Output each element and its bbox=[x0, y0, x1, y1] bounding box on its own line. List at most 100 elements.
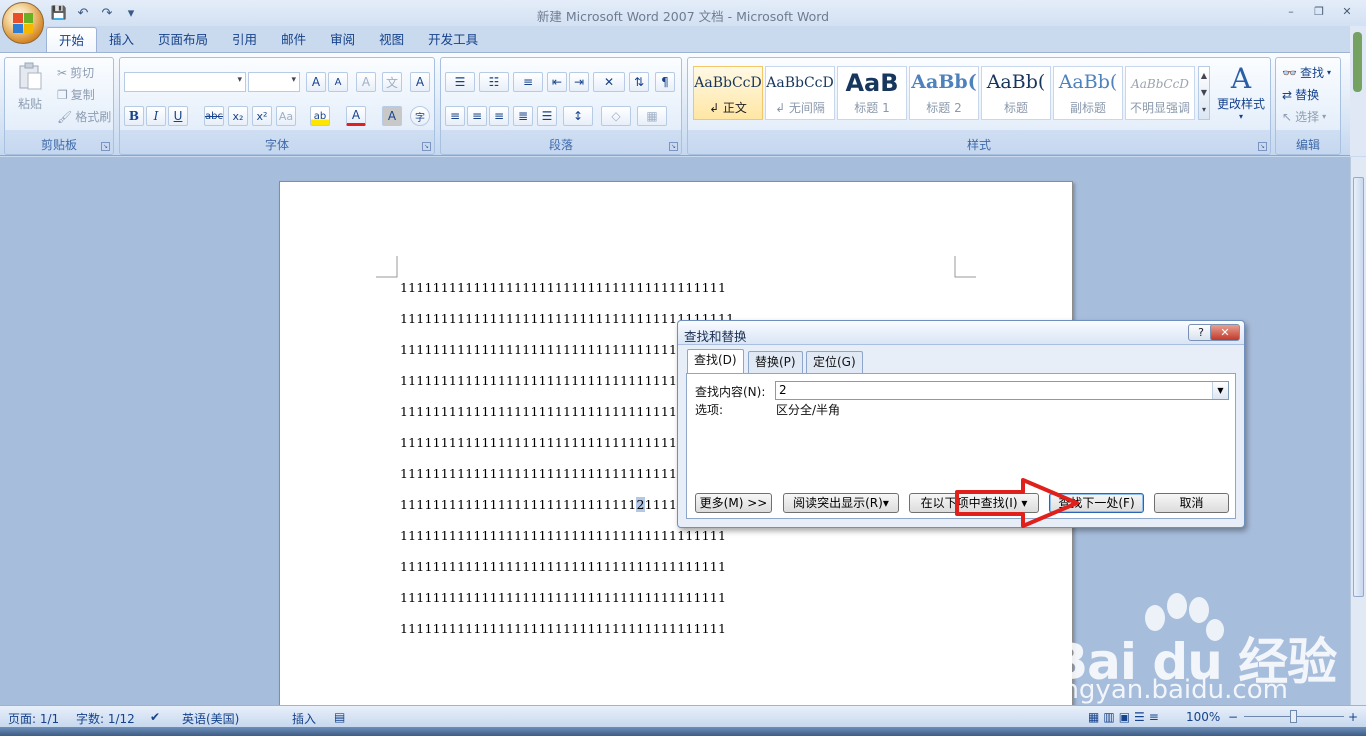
italic-button[interactable]: I bbox=[146, 106, 166, 126]
zoom-level[interactable]: 100% bbox=[1186, 710, 1220, 724]
superscript-button[interactable]: x² bbox=[252, 106, 272, 126]
page-count[interactable]: 页面: 1/1 bbox=[8, 710, 59, 727]
style-title[interactable]: AaBb( 标题 bbox=[981, 66, 1051, 120]
dialog-launcher-icon[interactable]: ↘ bbox=[101, 142, 110, 151]
office-button[interactable] bbox=[2, 2, 44, 44]
web-layout-icon[interactable]: ▣ bbox=[1119, 710, 1130, 724]
doc-line[interactable]: 1111111111111111111111111111111111111111 bbox=[400, 528, 726, 543]
change-styles-button[interactable]: A 更改样式 ▾ bbox=[1214, 62, 1268, 121]
dialog-title-bar[interactable]: 查找和替换 ? ✕ bbox=[678, 321, 1244, 345]
style-subtitle[interactable]: AaBb( 副标题 bbox=[1053, 66, 1123, 120]
align-center-icon[interactable]: ≡ bbox=[467, 106, 487, 126]
tab-mailings[interactable]: 邮件 bbox=[269, 27, 318, 53]
phonetic-guide-button[interactable]: 文 bbox=[382, 72, 402, 92]
align-right-icon[interactable]: ≡ bbox=[489, 106, 509, 126]
style-heading-2[interactable]: AaBb( 标题 2 bbox=[909, 66, 979, 120]
underline-button[interactable]: U bbox=[168, 106, 188, 126]
distributed-icon[interactable]: ☰ bbox=[537, 106, 557, 126]
reading-icon[interactable]: ▥ bbox=[1103, 710, 1114, 724]
more-button[interactable]: 更多(M) >> bbox=[695, 493, 772, 513]
show-marks-icon[interactable]: ¶ bbox=[655, 72, 675, 92]
character-shading-button[interactable]: A bbox=[382, 106, 402, 126]
word-count[interactable]: 字数: 1/12 bbox=[76, 710, 135, 727]
copy-button[interactable]: ❐ 复制 bbox=[57, 86, 95, 103]
select-button[interactable]: ↖ 选择 ▾ bbox=[1282, 108, 1326, 125]
tab-find[interactable]: 查找(D) bbox=[687, 349, 744, 374]
scroll-thumb[interactable] bbox=[1353, 177, 1364, 597]
subscript-button[interactable]: x₂ bbox=[228, 106, 248, 126]
tab-references[interactable]: 引用 bbox=[220, 27, 269, 53]
maximize-button[interactable]: ❐ bbox=[1306, 2, 1332, 20]
tab-home[interactable]: 开始 bbox=[46, 27, 98, 53]
print-layout-icon[interactable]: ▦ bbox=[1088, 710, 1099, 724]
style-heading-1[interactable]: AaB 标题 1 bbox=[837, 66, 907, 120]
strikethrough-button[interactable]: abc bbox=[204, 106, 224, 126]
paste-button[interactable]: 粘贴 bbox=[15, 62, 45, 112]
close-button[interactable]: ✕ bbox=[1334, 2, 1360, 20]
decrease-indent-icon[interactable]: ⇤ bbox=[547, 72, 567, 92]
chevron-down-icon[interactable]: ▼ bbox=[1212, 382, 1228, 399]
enclose-characters-button[interactable]: 字 bbox=[410, 106, 430, 126]
find-what-input[interactable]: 2 bbox=[775, 381, 1229, 400]
dialog-launcher-icon[interactable]: ↘ bbox=[669, 142, 678, 151]
minimize-button[interactable]: – bbox=[1278, 2, 1304, 20]
chinese-layout-icon[interactable]: ✕ bbox=[593, 72, 625, 92]
proofing-icon[interactable]: ✔ bbox=[150, 710, 160, 724]
bold-button[interactable]: B bbox=[124, 106, 144, 126]
tab-replace[interactable]: 替换(P) bbox=[748, 351, 803, 373]
zoom-out-button[interactable]: − bbox=[1228, 710, 1238, 724]
clear-format-button[interactable]: A bbox=[356, 72, 376, 92]
doc-line[interactable]: 1111111111111111111111111111111111111111 bbox=[400, 280, 726, 295]
styles-scroll[interactable]: ▲ ▼ ▾ bbox=[1198, 66, 1210, 120]
draft-icon[interactable]: ≡ bbox=[1149, 710, 1159, 724]
doc-line[interactable]: 1111111111111111111111111111111111111111 bbox=[400, 559, 726, 574]
align-left-icon[interactable]: ≡ bbox=[445, 106, 465, 126]
numbering-icon[interactable]: ☷ bbox=[479, 72, 509, 92]
doc-line[interactable]: 1111111111111111111111111111111111111111 bbox=[400, 590, 726, 605]
language[interactable]: 英语(美国) bbox=[182, 710, 239, 727]
bullets-icon[interactable]: ☰ bbox=[445, 72, 475, 92]
change-case-button[interactable]: Aa bbox=[276, 106, 296, 126]
tab-insert[interactable]: 插入 bbox=[97, 27, 146, 53]
reading-highlight-button[interactable]: 阅读突出显示(R)▾ bbox=[783, 493, 899, 513]
shrink-font-button[interactable]: A bbox=[328, 72, 348, 92]
outline-icon[interactable]: ☰ bbox=[1134, 710, 1145, 724]
scroll-thumb[interactable] bbox=[1353, 32, 1362, 92]
cut-button[interactable]: ✂ 剪切 bbox=[57, 64, 94, 81]
line-spacing-icon[interactable]: ↕ bbox=[563, 106, 593, 126]
font-name-combo[interactable] bbox=[124, 72, 246, 92]
style-normal[interactable]: AaBbCcD ↲ 正文 bbox=[693, 66, 763, 120]
borders-icon[interactable]: ▦ bbox=[637, 106, 667, 126]
insert-mode[interactable]: 插入 bbox=[292, 710, 316, 727]
style-subtle-emphasis[interactable]: AaBbCcD 不明显强调 bbox=[1125, 66, 1195, 120]
character-border-button[interactable]: A bbox=[410, 72, 430, 92]
zoom-slider-thumb[interactable] bbox=[1290, 710, 1297, 723]
tab-view[interactable]: 视图 bbox=[367, 27, 416, 53]
font-color-button[interactable]: A bbox=[346, 106, 366, 126]
tab-goto[interactable]: 定位(G) bbox=[806, 351, 863, 373]
cancel-button[interactable]: 取消 bbox=[1154, 493, 1229, 513]
vertical-scrollbar[interactable] bbox=[1350, 157, 1366, 705]
style-no-spacing[interactable]: AaBbCcD ↲ 无间隔 bbox=[765, 66, 835, 120]
tab-page-layout[interactable]: 页面布局 bbox=[146, 27, 220, 53]
zoom-in-button[interactable]: + bbox=[1348, 710, 1358, 724]
doc-line[interactable]: 111111111111111111111111111111111111111 bbox=[400, 342, 718, 357]
sort-icon[interactable]: ⇅ bbox=[629, 72, 649, 92]
replace-button[interactable]: ⇄ 替换 bbox=[1282, 86, 1319, 103]
tab-developer[interactable]: 开发工具 bbox=[416, 27, 490, 53]
multilevel-list-icon[interactable]: ≡ bbox=[513, 72, 543, 92]
find-button[interactable]: 👓 查找 ▾ bbox=[1282, 64, 1331, 81]
format-painter-button[interactable]: 🖌 格式刷 bbox=[57, 108, 111, 125]
font-size-combo[interactable] bbox=[248, 72, 300, 92]
tab-review[interactable]: 审阅 bbox=[318, 27, 367, 53]
grow-font-button[interactable]: A bbox=[306, 72, 326, 92]
ribbon-scrollbar[interactable] bbox=[1350, 26, 1366, 156]
doc-line[interactable]: 1111111111111111111111111111111111111111 bbox=[400, 621, 726, 636]
justify-icon[interactable]: ≣ bbox=[513, 106, 533, 126]
macro-icon[interactable]: ▤ bbox=[334, 710, 345, 724]
dialog-close-button[interactable]: ✕ bbox=[1210, 324, 1240, 341]
increase-indent-icon[interactable]: ⇥ bbox=[569, 72, 589, 92]
shading-icon[interactable]: ◇ bbox=[601, 106, 631, 126]
highlight-button[interactable]: ab bbox=[310, 106, 330, 126]
dialog-launcher-icon[interactable]: ↘ bbox=[1258, 142, 1267, 151]
